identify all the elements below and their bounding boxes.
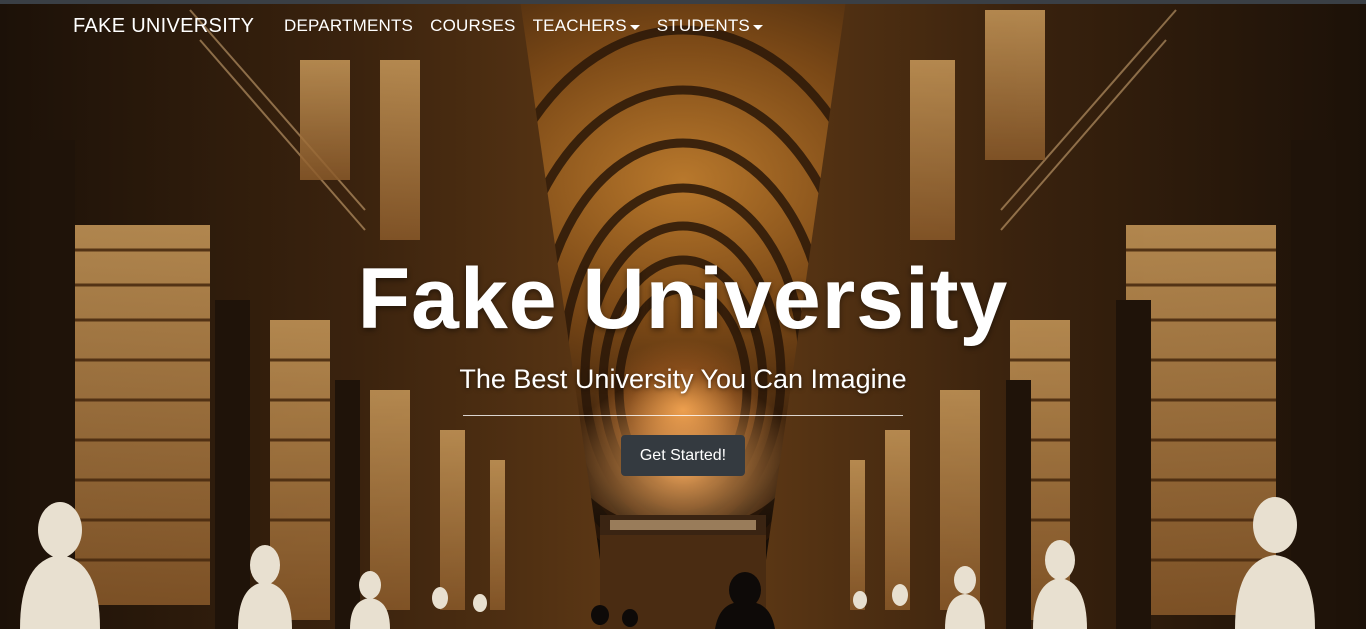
hero-subtitle: The Best University You Can Imagine xyxy=(459,364,907,394)
get-started-button[interactable]: Get Started! xyxy=(621,435,745,476)
masthead: Fake University The Best University You … xyxy=(0,0,1366,629)
hero-title: Fake University xyxy=(357,251,1009,347)
divider xyxy=(463,415,903,416)
hero-section: FAKE UNIVERSITY DEPARTMENTS COURSES TEAC… xyxy=(0,0,1366,629)
